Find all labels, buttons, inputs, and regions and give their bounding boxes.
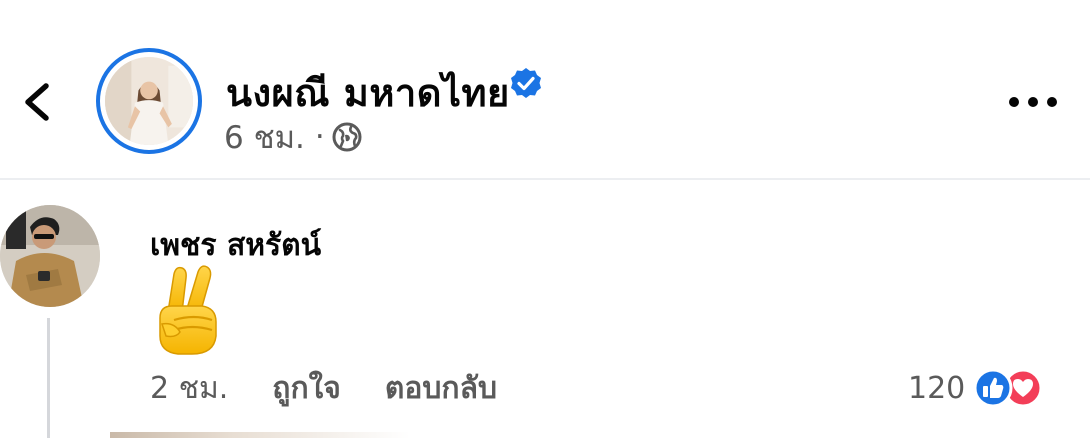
header-divider [0, 178, 1090, 180]
reaction-summary[interactable]: 120 [908, 366, 1049, 410]
comment-actions: 2 ชม. ถูกใจ ตอบกลับ [150, 366, 497, 410]
chevron-left-icon [18, 80, 58, 124]
like-button[interactable]: ถูกใจ [272, 365, 341, 412]
post-author-avatar[interactable] [96, 48, 202, 154]
post-meta: 6 ชม. · [224, 117, 363, 157]
reply-thread-line [47, 318, 50, 438]
reaction-count: 120 [908, 370, 966, 406]
globe-icon [331, 121, 363, 153]
comment-time[interactable]: 2 ชม. [150, 365, 228, 412]
more-options-button[interactable] [1006, 90, 1060, 114]
next-reply-preview [110, 432, 410, 438]
like-reaction-icon [973, 368, 1013, 408]
meta-separator: · [314, 119, 325, 155]
commenter-avatar[interactable] [0, 205, 100, 307]
more-horizontal-icon [1006, 90, 1060, 114]
verified-badge-icon [508, 66, 544, 102]
reply-button[interactable]: ตอบกลับ [385, 365, 497, 412]
reaction-icons [973, 366, 1049, 410]
back-button[interactable] [18, 80, 58, 124]
post-time[interactable]: 6 ชม. [224, 112, 305, 162]
comment-screen: นงผณี มหาดไทย 6 ชม. · เพชร สหรัตน์ 2 ชม.… [0, 0, 1090, 438]
victory-hand-emoji [150, 262, 228, 358]
